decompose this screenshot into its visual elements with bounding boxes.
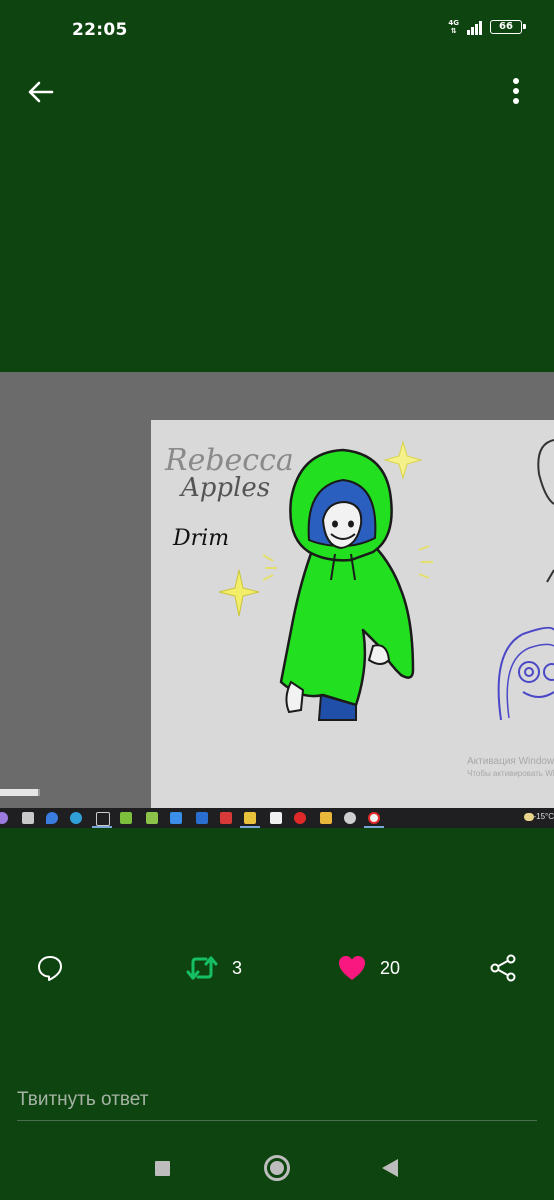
network-type-label: 4G [448, 19, 459, 27]
taskbar-app-icon [46, 812, 58, 824]
taskbar-app-icon [320, 812, 332, 824]
battery-icon: 66 [490, 20, 526, 34]
taskbar-app-icon [244, 812, 256, 824]
taskbar-active-indicator [92, 826, 112, 828]
comment-icon [38, 956, 62, 981]
tweet-media[interactable]: Rebecca Apples Drim Активация Windows Чт… [0, 372, 554, 828]
reply-divider [17, 1120, 537, 1121]
taskbar-app-icon [344, 812, 356, 824]
taskbar-app-icon [170, 812, 182, 824]
taskbar-app-icon [196, 812, 208, 824]
arrow-left-icon [28, 81, 54, 103]
status-time: 22:05 [72, 20, 128, 40]
taskbar-app-icon [96, 812, 110, 826]
taskbar-app-icon [146, 812, 158, 824]
signal-icon [467, 19, 482, 35]
more-vertical-icon [513, 78, 519, 104]
caption-line-3: Drim [172, 526, 229, 551]
status-bar: 22:05 4G ⇅ 66 [0, 0, 554, 60]
taskbar-app-icon [22, 812, 34, 824]
home-button[interactable] [259, 1150, 295, 1186]
battery-level: 66 [499, 21, 513, 32]
network-indicator: 4G ⇅ [448, 19, 459, 35]
like-button[interactable]: 20 [338, 946, 400, 990]
nav-back-button[interactable] [372, 1150, 408, 1186]
taskbar-app-icon [294, 812, 306, 824]
square-icon [154, 1160, 170, 1176]
taskbar-app-icon [368, 812, 380, 824]
recents-button[interactable] [144, 1150, 180, 1186]
taskbar-app-icon [70, 812, 82, 824]
status-indicators: 4G ⇅ 66 [448, 19, 526, 35]
taskbar-active-indicator [240, 826, 260, 828]
windows-taskbar: -15°C [0, 808, 554, 828]
windows-activation-watermark: Активация Windows Чтобы активировать Win… [467, 756, 554, 778]
heart-icon [339, 956, 365, 980]
reply-button[interactable] [36, 946, 64, 990]
share-icon [490, 954, 516, 982]
reply-input[interactable] [17, 1084, 537, 1116]
triangle-back-icon [382, 1159, 398, 1177]
circle-icon [264, 1155, 290, 1181]
watermark-subtitle: Чтобы активировать Windows [467, 769, 554, 778]
caption-line-2: Apples [179, 473, 270, 503]
retweet-button[interactable]: 3 [186, 946, 242, 990]
back-button[interactable] [22, 74, 58, 110]
scrollbar-thumb [0, 789, 40, 796]
taskbar-temperature: -15°C [533, 812, 554, 821]
data-arrows-icon: ⇅ [450, 27, 457, 35]
taskbar-app-icon [0, 812, 8, 824]
retweet-count: 3 [232, 957, 243, 978]
drawing-canvas: Rebecca Apples Drim Активация Windows Чт… [151, 420, 554, 808]
like-count: 20 [380, 957, 401, 978]
more-options-button[interactable] [500, 72, 532, 110]
watermark-title: Активация Windows [467, 756, 554, 767]
taskbar-app-icon [270, 812, 282, 824]
artwork-drawing: Rebecca Apples Drim [164, 439, 554, 721]
taskbar-app-icon [220, 812, 232, 824]
taskbar-active-indicator [364, 826, 384, 828]
taskbar-app-icon [120, 812, 132, 824]
share-button[interactable] [489, 946, 517, 990]
retweet-icon [186, 956, 218, 980]
